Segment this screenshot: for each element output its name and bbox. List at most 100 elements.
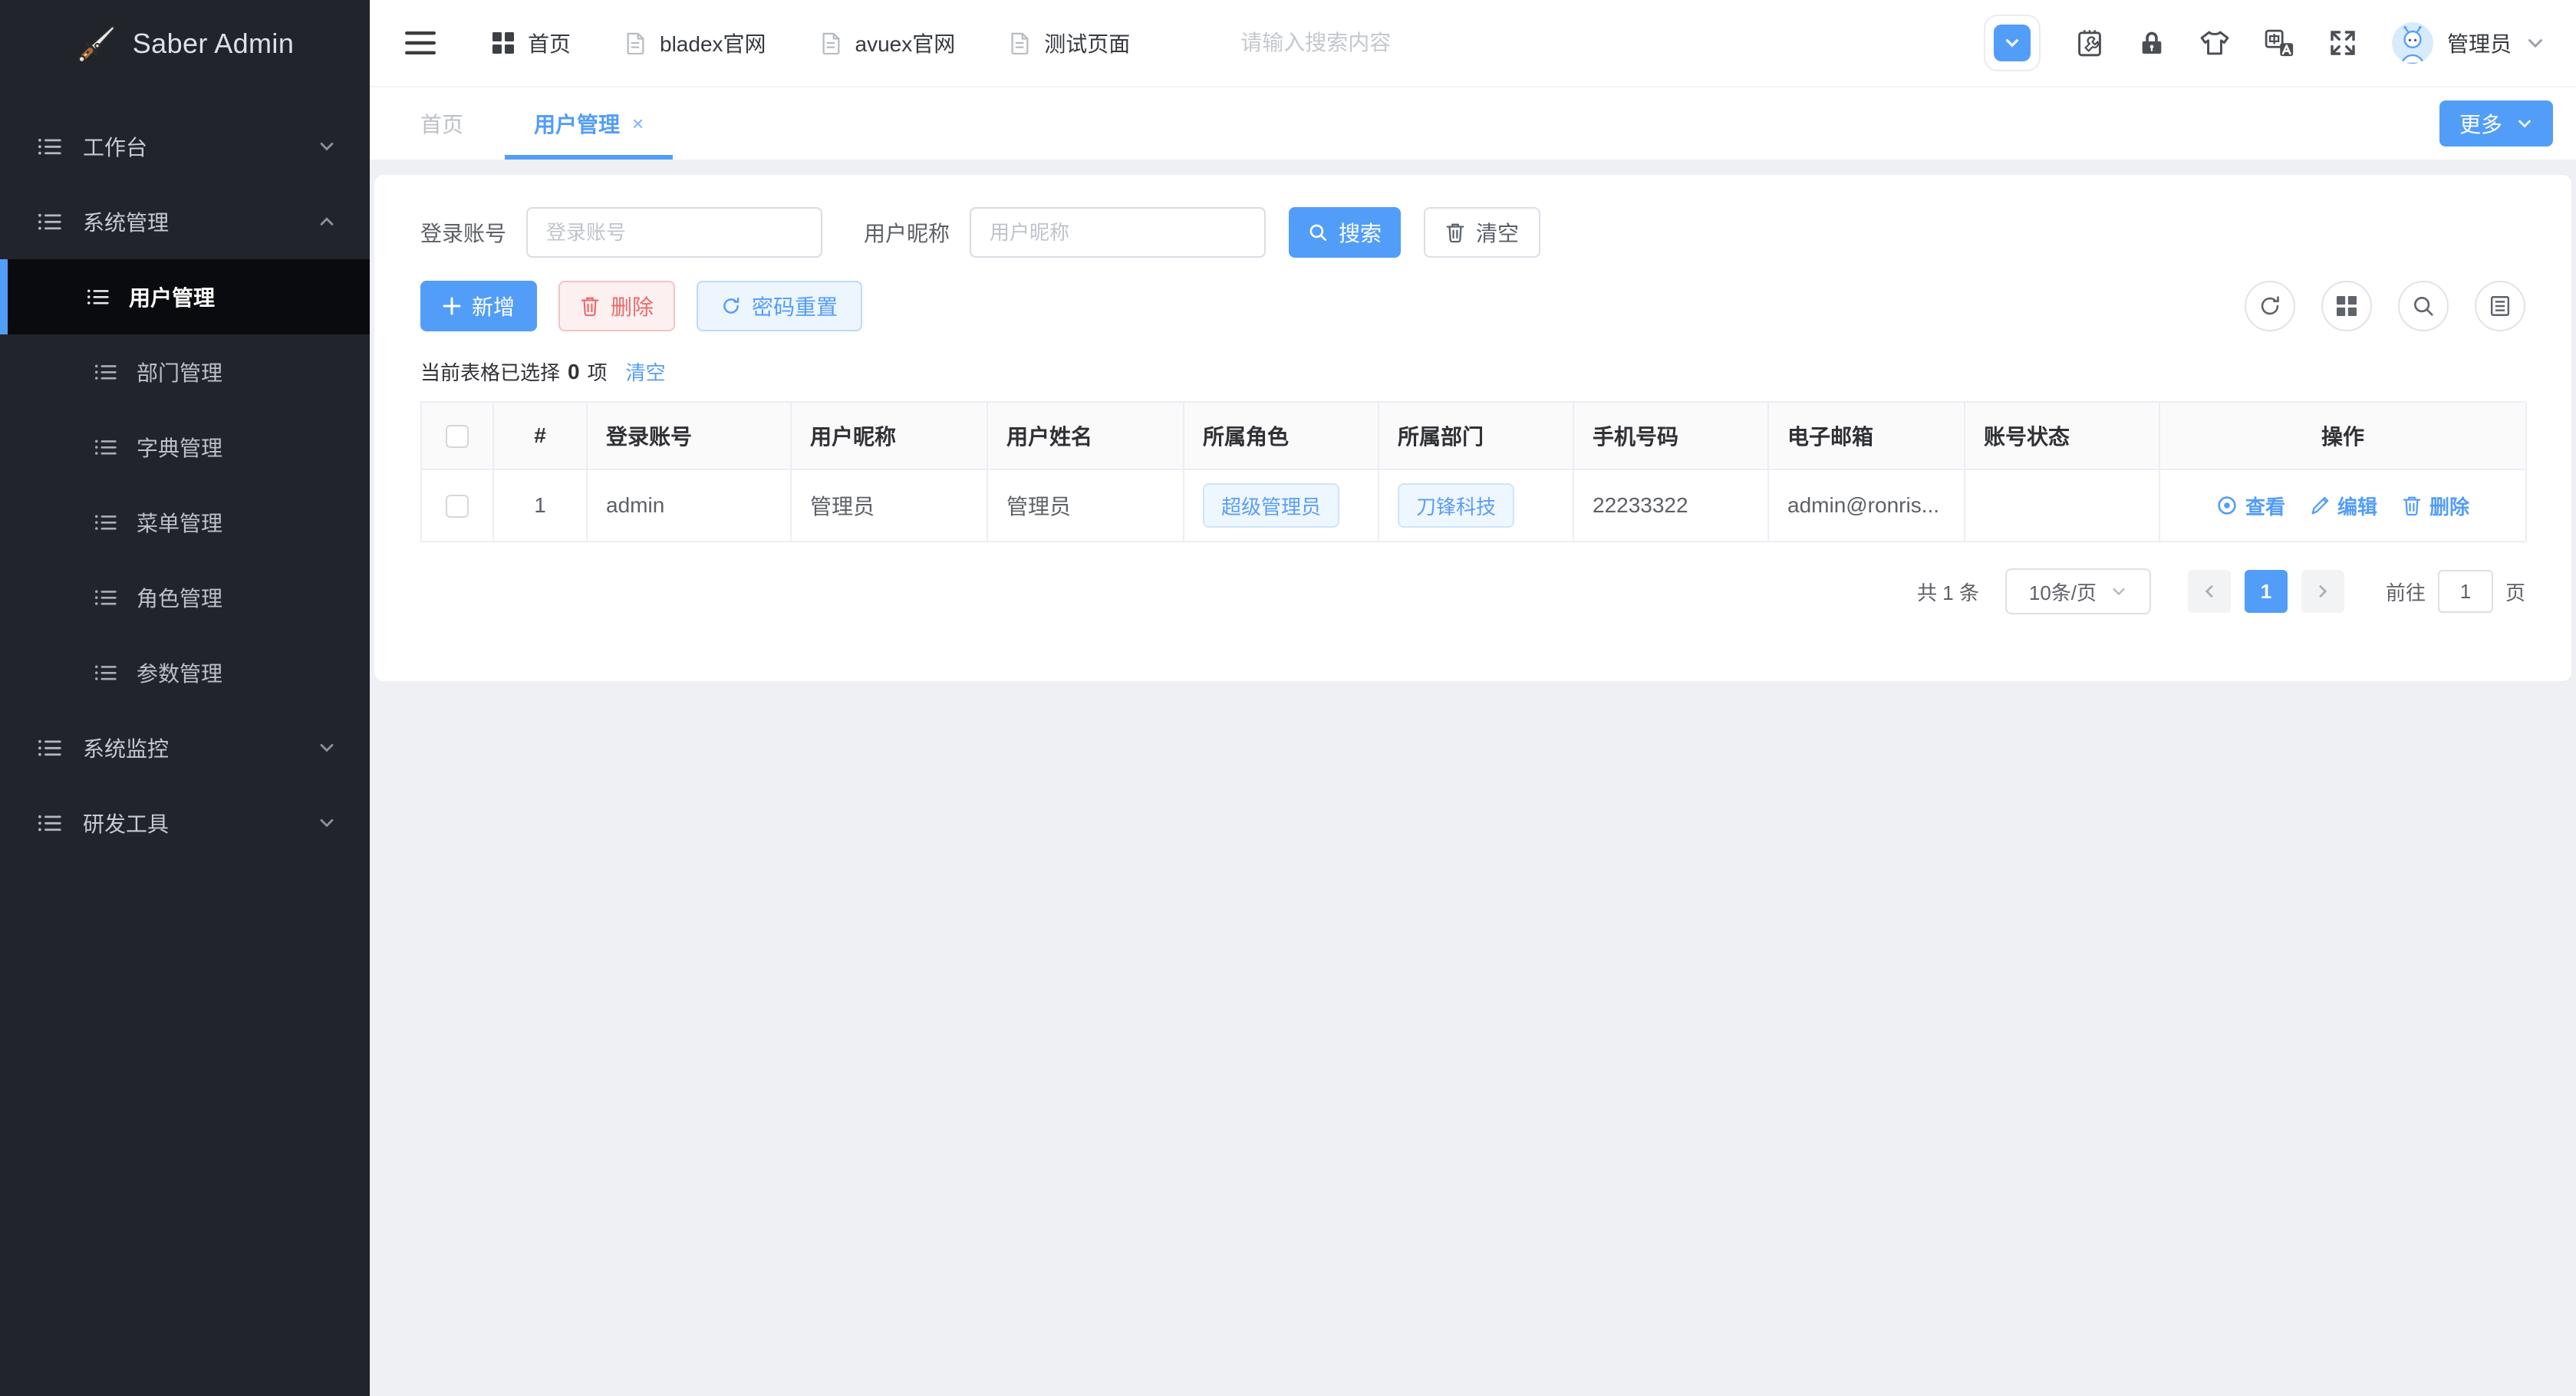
user-name: 管理员 — [2446, 32, 2512, 56]
sidebar-item-workbench[interactable]: 工作台 — [0, 109, 370, 184]
cell-account: admin — [586, 469, 792, 542]
tab-user-mgmt[interactable]: 用户管理 × — [505, 87, 673, 160]
list-view-button[interactable] — [2475, 281, 2525, 331]
clear-button[interactable]: 清空 — [1424, 207, 1541, 258]
lock-icon[interactable] — [2139, 30, 2165, 56]
document-icon — [1009, 31, 1030, 54]
selection-clear-link[interactable]: 清空 — [626, 357, 666, 386]
search-toggle-button[interactable] — [2398, 281, 2449, 331]
cell-phone: 22233322 — [1573, 469, 1769, 542]
sidebar-item-system-monitor[interactable]: 系统监控 — [0, 710, 370, 785]
col-actions: 操作 — [2159, 401, 2527, 470]
list-icon — [38, 210, 61, 233]
selection-info: 当前表格已选择 0 项 清空 — [420, 357, 2525, 386]
dagger-icon — [76, 23, 117, 64]
select-all-checkbox[interactable] — [446, 425, 469, 449]
sidebar-item-dict-mgmt[interactable]: 字典管理 — [0, 410, 370, 485]
filter-label-account: 登录账号 — [420, 222, 507, 245]
global-search-input[interactable] — [1240, 31, 1563, 55]
chevron-down-icon — [2516, 115, 2533, 132]
delete-button-label: 删除 — [610, 295, 654, 319]
dept-tag: 刀锋科技 — [1398, 483, 1515, 528]
reset-password-button[interactable]: 密码重置 — [697, 281, 863, 331]
view-link[interactable]: 查看 — [2216, 492, 2285, 520]
top-menu-item-label: avuex官网 — [855, 32, 956, 56]
logo[interactable]: Saber Admin — [0, 0, 370, 87]
current-page-button[interactable]: 1 — [2244, 570, 2288, 613]
top-menu-item-home[interactable]: 首页 — [492, 28, 571, 58]
sidebar-item-label: 角色管理 — [137, 587, 223, 611]
add-button-label: 新增 — [471, 295, 515, 319]
chevron-up-icon — [318, 212, 336, 231]
role-tag: 超级管理员 — [1203, 483, 1340, 528]
list-icon — [95, 436, 117, 458]
top-menu-item-label: 测试页面 — [1044, 32, 1131, 56]
filter-row: 登录账号 用户昵称 搜索 清空 — [420, 207, 2525, 258]
hamburger-icon[interactable] — [405, 31, 436, 55]
column-settings-button[interactable] — [2321, 281, 2372, 331]
goto-page-input[interactable] — [2437, 570, 2493, 613]
sidebar-item-label: 菜单管理 — [137, 512, 223, 535]
grid-icon — [492, 32, 514, 54]
row-checkbox[interactable] — [446, 495, 469, 519]
sidebar-item-system-mgmt[interactable]: 系统管理 — [0, 184, 370, 259]
refresh-button[interactable] — [2245, 281, 2295, 331]
tab-label: 首页 — [420, 113, 464, 137]
close-icon[interactable]: × — [632, 112, 644, 136]
eye-icon — [2216, 495, 2238, 516]
clear-button-label: 清空 — [1476, 222, 1520, 245]
user-menu[interactable]: 管理员 — [2391, 22, 2545, 64]
delete-link-label: 删除 — [2429, 495, 2470, 519]
content-area: 登录账号 用户昵称 搜索 清空 — [370, 160, 2576, 1396]
add-button[interactable]: 新增 — [420, 281, 537, 331]
edit-link-label: 编辑 — [2337, 495, 2377, 519]
col-email: 电子邮箱 — [1767, 401, 1965, 470]
sidebar-item-label: 用户管理 — [129, 286, 216, 310]
col-account: 登录账号 — [586, 401, 792, 470]
sidebar-item-param-mgmt[interactable]: 参数管理 — [0, 635, 370, 710]
debug-icon[interactable] — [2076, 28, 2103, 58]
document-icon — [624, 31, 646, 54]
col-index: # — [492, 401, 588, 470]
edit-link[interactable]: 编辑 — [2310, 492, 2377, 520]
chevron-down-icon — [2110, 583, 2127, 600]
top-menu-item-bladex[interactable]: bladex官网 — [624, 28, 766, 58]
filter-input-nickname[interactable] — [970, 207, 1267, 258]
sidebar-item-user-mgmt[interactable]: 用户管理 — [0, 259, 370, 334]
more-tabs-button[interactable]: 更多 — [2439, 100, 2553, 147]
language-icon[interactable] — [2265, 29, 2294, 57]
selection-prefix: 当前表格已选择 — [420, 361, 561, 384]
top-menu-item-avuex[interactable]: avuex官网 — [820, 28, 956, 58]
sidebar-item-label: 系统管理 — [83, 211, 170, 235]
cell-status — [1964, 469, 2160, 542]
sidebar-item-label: 系统监控 — [83, 737, 170, 761]
sidebar-item-dept-mgmt[interactable]: 部门管理 — [0, 334, 370, 410]
sidebar-item-menu-mgmt[interactable]: 菜单管理 — [0, 485, 370, 560]
sidebar-item-role-mgmt[interactable]: 角色管理 — [0, 560, 370, 635]
delete-link[interactable]: 删除 — [2402, 492, 2469, 520]
top-menu-item-test-page[interactable]: 测试页面 — [1009, 28, 1130, 58]
delete-button[interactable]: 删除 — [558, 281, 675, 331]
cell-email: admin@ronris... — [1767, 469, 1965, 542]
chevron-down-icon — [318, 137, 336, 156]
filter-input-account[interactable] — [526, 207, 823, 258]
sidebar-item-dev-tools[interactable]: 研发工具 — [0, 785, 370, 861]
fullscreen-icon[interactable] — [2329, 29, 2357, 57]
list-icon — [87, 286, 109, 308]
page-size-value: 10条/页 — [2028, 581, 2097, 604]
theme-icon[interactable] — [2200, 30, 2229, 56]
page-size-select[interactable]: 10条/页 — [2004, 568, 2151, 614]
tab-home[interactable]: 首页 — [420, 87, 463, 160]
search-button[interactable]: 搜索 — [1289, 207, 1402, 258]
pagination-total: 共 1 条 — [1917, 581, 1979, 604]
col-dept: 所属部门 — [1378, 401, 1574, 470]
list-icon — [95, 587, 117, 608]
pencil-icon — [2310, 496, 2330, 515]
next-page-button[interactable] — [2301, 570, 2344, 613]
prev-page-button[interactable] — [2187, 570, 2231, 613]
list-icon — [38, 736, 61, 759]
top-menu-toggle[interactable] — [1983, 15, 2041, 71]
trash-icon — [580, 295, 600, 317]
trash-icon — [1445, 222, 1465, 243]
selection-count: 0 — [568, 359, 580, 384]
